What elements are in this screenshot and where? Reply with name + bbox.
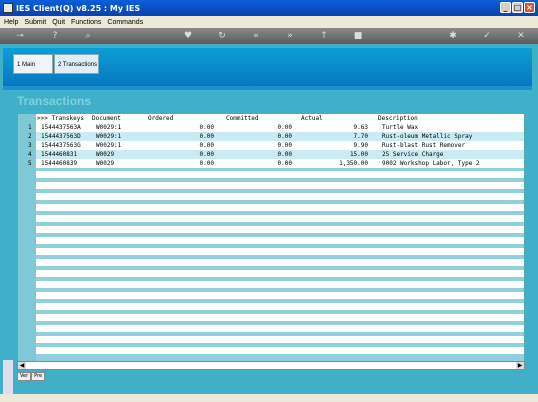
key-icon[interactable]: ⊸ xyxy=(12,31,28,41)
maximize-button[interactable]: □ xyxy=(512,2,523,13)
window-title: IES Client(Q) v8.25 : My IES xyxy=(16,3,141,13)
help-icon[interactable]: ? xyxy=(50,31,60,41)
main-area: 1 Main 2 Transactions Transactions >>> T… xyxy=(0,44,538,402)
page-title: Transactions xyxy=(17,94,92,108)
empty-row[interactable] xyxy=(18,193,524,202)
col-description[interactable]: Description xyxy=(378,114,418,123)
grid-header: >>> Transkeys Document Ordered Committed… xyxy=(36,114,524,123)
bottom-tabs: Ver Pre xyxy=(17,372,46,382)
table-row[interactable]: 4 1544460831 W0029 0.00 0.00 15.00 25 Se… xyxy=(18,150,524,159)
table-row[interactable]: 2 1544437563D W0029:1 0.00 0.00 7.70 Rus… xyxy=(18,132,524,141)
scroll-left-icon[interactable]: ◀ xyxy=(18,362,26,369)
bottom-tab-ver[interactable]: Ver xyxy=(17,372,32,381)
empty-row[interactable] xyxy=(18,237,524,246)
scroll-right-icon[interactable]: ▶ xyxy=(516,362,524,369)
empty-row[interactable] xyxy=(18,314,524,323)
favorite-icon[interactable]: ♥ xyxy=(183,31,193,41)
col-ordered[interactable]: Ordered xyxy=(148,114,173,123)
close-button[interactable]: × xyxy=(524,2,535,13)
empty-row[interactable] xyxy=(18,204,524,213)
refresh-icon[interactable]: ↻ xyxy=(217,31,227,41)
tab-main[interactable]: 1 Main xyxy=(13,54,53,74)
settings-icon[interactable]: ✱ xyxy=(448,31,458,41)
menu-functions[interactable]: Functions xyxy=(71,19,101,26)
col-transkeys[interactable]: >>> Transkeys xyxy=(37,114,84,123)
horizontal-scrollbar[interactable]: ◀ ▶ xyxy=(17,361,525,370)
rewind-icon[interactable]: « xyxy=(251,31,261,41)
menu-help[interactable]: Help xyxy=(4,19,18,26)
menu-commands[interactable]: Commands xyxy=(107,19,143,26)
empty-row[interactable] xyxy=(18,171,524,180)
up-icon[interactable]: ↑ xyxy=(319,31,329,41)
empty-row[interactable] xyxy=(18,347,524,356)
transactions-grid: >>> Transkeys Document Ordered Committed… xyxy=(17,113,525,363)
col-committed[interactable]: Committed xyxy=(226,114,259,123)
empty-row[interactable] xyxy=(18,325,524,334)
menu-quit[interactable]: Quit xyxy=(52,19,65,26)
table-row[interactable]: 5 1544460839 W0029 0.00 0.00 1,350.00 90… xyxy=(18,159,524,168)
accept-icon[interactable]: ✓ xyxy=(482,31,492,41)
empty-row[interactable] xyxy=(18,281,524,290)
empty-row[interactable] xyxy=(18,259,524,268)
search-icon[interactable]: ⌕ xyxy=(83,31,93,41)
col-document[interactable]: Document xyxy=(92,114,121,123)
empty-row[interactable] xyxy=(18,292,524,301)
minimize-button[interactable]: _ xyxy=(500,2,511,13)
tab-band: 1 Main 2 Transactions xyxy=(3,48,532,90)
menu-bar: Help Submit Quit Functions Commands xyxy=(0,16,538,28)
empty-row[interactable] xyxy=(18,215,524,224)
col-actual[interactable]: Actual xyxy=(301,114,323,123)
forward-icon[interactable]: » xyxy=(285,31,295,41)
title-bar: IES Client(Q) v8.25 : My IES _ □ × xyxy=(0,0,538,16)
app-icon xyxy=(3,3,13,13)
empty-row[interactable] xyxy=(18,303,524,312)
empty-row[interactable] xyxy=(18,226,524,235)
toolbar: ⊸ ? ⌕ ♥ ↻ « » ↑ ■ ✱ ✓ ✕ xyxy=(0,28,538,44)
tab-transactions[interactable]: 2 Transactions xyxy=(54,54,99,74)
menu-submit[interactable]: Submit xyxy=(24,19,46,26)
table-row[interactable]: 1 1544437563A W0029:1 0.00 0.00 9.63 Tur… xyxy=(18,123,524,132)
cancel-icon[interactable]: ✕ xyxy=(516,31,526,41)
empty-row[interactable] xyxy=(18,182,524,191)
stop-icon[interactable]: ■ xyxy=(353,31,363,41)
status-bar xyxy=(0,394,538,402)
empty-row[interactable] xyxy=(18,336,524,345)
bottom-tab-pre[interactable]: Pre xyxy=(31,372,46,381)
empty-row[interactable] xyxy=(18,248,524,257)
empty-row[interactable] xyxy=(18,270,524,279)
table-row[interactable]: 3 1544437563G W0029:1 0.00 0.00 9.90 Rus… xyxy=(18,141,524,150)
